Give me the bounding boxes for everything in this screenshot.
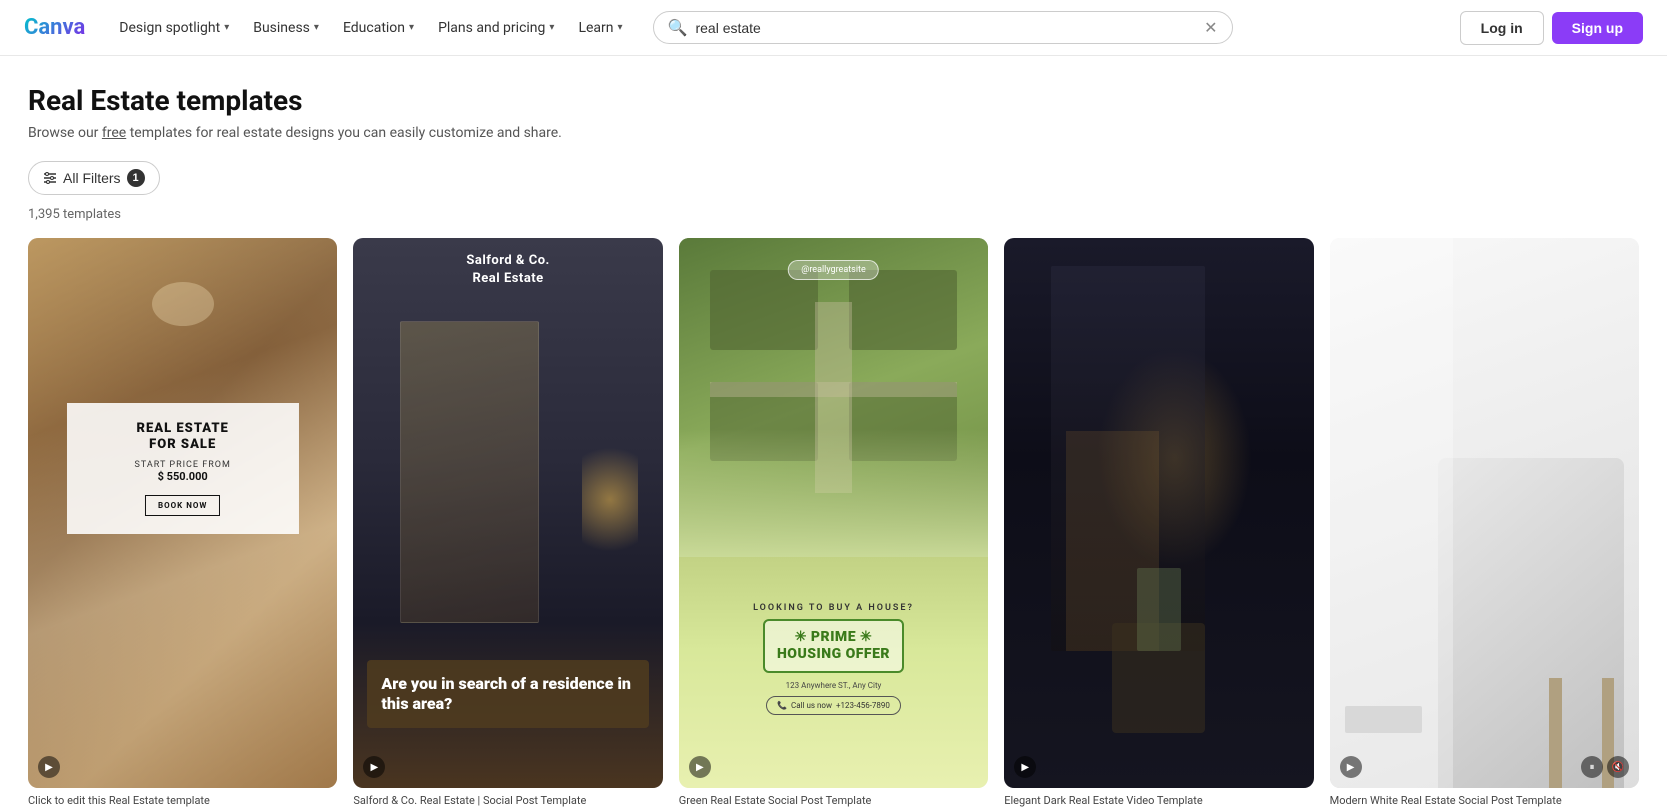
card1-title: REAL ESTATE FOR SALE bbox=[81, 421, 285, 452]
template-card[interactable]: ▶ Elegant Dark Real Estate Video Templat… bbox=[1004, 238, 1313, 807]
template-card[interactable]: REAL ESTATE FOR SALE START PRICE FROM $ … bbox=[28, 238, 337, 807]
card3-call-label: Call us now bbox=[791, 701, 832, 710]
search-icon: 🔍 bbox=[668, 18, 688, 37]
template-card[interactable]: ▶ ⏸ 🔇 Modern White Real Estate Social Po… bbox=[1330, 238, 1639, 807]
card5-video-controls: ⏸ 🔇 bbox=[1581, 756, 1629, 778]
chevron-down-icon: ▾ bbox=[314, 22, 319, 33]
logo[interactable]: Canva bbox=[24, 15, 85, 40]
nav-label-design-spotlight: Design spotlight bbox=[119, 20, 220, 36]
search-input[interactable] bbox=[695, 20, 1196, 36]
chevron-down-icon: ▾ bbox=[409, 22, 414, 33]
card1-price-value: $ 550.000 bbox=[81, 470, 285, 483]
play-icon[interactable]: ▶ bbox=[689, 756, 711, 778]
pause-icon[interactable]: ⏸ bbox=[1581, 756, 1603, 778]
signup-button[interactable]: Sign up bbox=[1552, 12, 1643, 44]
card4-label: Elegant Dark Real Estate Video Template bbox=[1004, 794, 1313, 807]
filter-icon bbox=[43, 171, 57, 185]
card3-offer-line1: ✳ PRIME ✳ bbox=[777, 629, 890, 646]
nav-label-learn: Learn bbox=[578, 20, 613, 36]
template-card-4[interactable]: ▶ bbox=[1004, 238, 1313, 788]
nav-right: Log in Sign up bbox=[1460, 11, 1643, 45]
chevron-down-icon: ▾ bbox=[224, 22, 229, 33]
chevron-down-icon: ▾ bbox=[618, 22, 623, 33]
card3-label: Green Real Estate Social Post Template bbox=[679, 794, 988, 807]
filter-count-badge: 1 bbox=[127, 169, 145, 187]
search-bar: 🔍 ✕ bbox=[653, 11, 1233, 44]
play-icon[interactable]: ▶ bbox=[1340, 756, 1362, 778]
template-card-2[interactable]: Salford & Co. Real Estate Are you in sea… bbox=[353, 238, 662, 788]
all-filters-button[interactable]: All Filters 1 bbox=[28, 161, 160, 195]
card2-label: Salford & Co. Real Estate | Social Post … bbox=[353, 794, 662, 807]
card2-body-text: Are you in search of a residence in this… bbox=[381, 674, 634, 714]
card2-header-line1: Salford & Co. bbox=[466, 252, 549, 270]
card3-looking-text: LOOKING TO BUY A HOUSE? bbox=[753, 603, 914, 613]
phone-icon: 📞 bbox=[777, 701, 787, 710]
card3-aerial-view bbox=[679, 238, 988, 557]
template-card-1[interactable]: REAL ESTATE FOR SALE START PRICE FROM $ … bbox=[28, 238, 337, 788]
nav-label-plans-pricing: Plans and pricing bbox=[438, 20, 545, 36]
card3-handle: @reallygreatsite bbox=[788, 260, 878, 280]
filter-bar: All Filters 1 bbox=[28, 161, 1639, 195]
nav-item-learn[interactable]: Learn ▾ bbox=[568, 14, 632, 42]
card2-header: Salford & Co. Real Estate bbox=[466, 252, 549, 288]
page-subtitle: Browse our free templates for real estat… bbox=[28, 125, 1639, 141]
template-count: 1,395 templates bbox=[28, 207, 1639, 222]
card3-bottom-section: LOOKING TO BUY A HOUSE? ✳ PRIME ✳ HOUSIN… bbox=[679, 530, 988, 789]
template-card-3[interactable]: @reallygreatsite LOOKING TO BUY A HOUSE?… bbox=[679, 238, 988, 788]
card3-phone: +123-456-7890 bbox=[836, 701, 890, 710]
nav-item-design-spotlight[interactable]: Design spotlight ▾ bbox=[109, 14, 239, 42]
nav-item-business[interactable]: Business ▾ bbox=[243, 14, 329, 42]
nav-item-education[interactable]: Education ▾ bbox=[333, 14, 424, 42]
page-title: Real Estate templates bbox=[28, 84, 1639, 117]
chevron-down-icon: ▾ bbox=[549, 22, 554, 33]
navigation: Canva Design spotlight ▾ Business ▾ Educ… bbox=[0, 0, 1667, 56]
free-link[interactable]: free bbox=[102, 125, 126, 141]
template-card[interactable]: Salford & Co. Real Estate Are you in sea… bbox=[353, 238, 662, 807]
nav-label-business: Business bbox=[253, 20, 310, 36]
card1-price-label: START PRICE FROM bbox=[81, 460, 285, 470]
card3-offer-box: ✳ PRIME ✳ HOUSING OFFER bbox=[763, 619, 904, 673]
template-card-5[interactable]: ▶ ⏸ 🔇 bbox=[1330, 238, 1639, 788]
filter-label: All Filters bbox=[63, 170, 121, 186]
nav-menu: Design spotlight ▾ Business ▾ Education … bbox=[109, 14, 632, 42]
card3-offer-line2: HOUSING OFFER bbox=[777, 646, 890, 663]
card3-call-box: 📞 Call us now +123-456-7890 bbox=[766, 696, 901, 715]
card1-content-overlay: REAL ESTATE FOR SALE START PRICE FROM $ … bbox=[67, 403, 299, 534]
card1-label: Click to edit this Real Estate template bbox=[28, 794, 337, 807]
play-icon[interactable]: ▶ bbox=[38, 756, 60, 778]
card2-text-box: Are you in search of a residence in this… bbox=[367, 660, 648, 728]
nav-label-education: Education bbox=[343, 20, 405, 36]
template-card[interactable]: @reallygreatsite LOOKING TO BUY A HOUSE?… bbox=[679, 238, 988, 807]
page-content: Real Estate templates Browse our free te… bbox=[0, 56, 1667, 807]
clear-search-icon[interactable]: ✕ bbox=[1204, 18, 1217, 37]
card1-cta-button[interactable]: BOOK NOW bbox=[145, 495, 220, 516]
card5-label: Modern White Real Estate Social Post Tem… bbox=[1330, 794, 1639, 807]
template-grid: REAL ESTATE FOR SALE START PRICE FROM $ … bbox=[28, 238, 1639, 807]
card2-header-line2: Real Estate bbox=[466, 270, 549, 288]
nav-item-plans-pricing[interactable]: Plans and pricing ▾ bbox=[428, 14, 564, 42]
card3-address: 123 Anywhere ST., Any City bbox=[786, 681, 882, 690]
login-button[interactable]: Log in bbox=[1460, 11, 1544, 45]
mute-icon[interactable]: 🔇 bbox=[1607, 756, 1629, 778]
